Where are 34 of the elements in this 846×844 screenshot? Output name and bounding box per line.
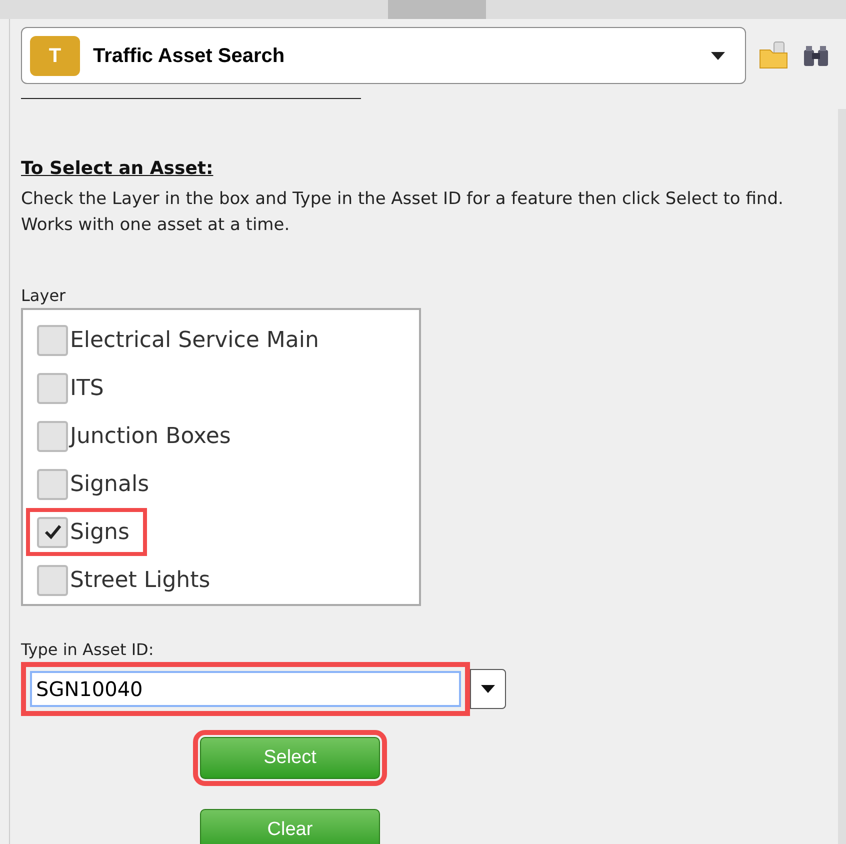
caret-icon (711, 52, 725, 60)
layer-item[interactable]: Signs (26, 508, 148, 556)
checkbox[interactable] (37, 516, 68, 548)
asset-id-field[interactable]: SGN10040 (21, 662, 470, 716)
horizontal-scrollbar[interactable] (0, 0, 846, 19)
tool-badge: T (30, 36, 80, 76)
layer-item[interactable]: Electrical Service Main (26, 316, 337, 364)
layer-item[interactable]: Signals (26, 460, 168, 508)
section-heading: To Select an Asset: (21, 157, 214, 181)
check-icon (44, 524, 62, 540)
layer-label: Layer (21, 285, 67, 307)
asset-id-label: Type in Asset ID: (21, 639, 155, 661)
layer-item[interactable]: ITS (26, 364, 122, 412)
layer-item[interactable]: Street Lights (26, 556, 228, 604)
layer-name: Electrical Service Main (70, 326, 319, 354)
checkbox[interactable] (37, 468, 68, 500)
layer-name: ITS (70, 374, 104, 402)
layer-item[interactable]: Junction Boxes (26, 412, 249, 460)
folder-icon[interactable] (758, 40, 790, 72)
checkbox[interactable] (37, 564, 68, 596)
tool-title: Traffic Asset Search (93, 44, 286, 68)
layer-name: Signs (70, 518, 130, 546)
scrollbar-thumb[interactable] (388, 0, 486, 19)
checkbox[interactable] (37, 324, 68, 356)
instructions-text: Check the Layer in the box and Type in the Asset ID for a feature then click Select to find. Works with one asset at a time. (21, 188, 784, 237)
checkbox[interactable] (37, 420, 68, 452)
caret-icon (481, 685, 495, 693)
binoculars-icon[interactable] (802, 44, 830, 68)
tool-dropdown[interactable]: T Traffic Asset Search (21, 27, 746, 84)
layer-name: Junction Boxes (70, 422, 231, 450)
layer-name: Street Lights (70, 566, 210, 594)
checkbox[interactable] (37, 372, 68, 404)
dropdown-button[interactable] (470, 669, 506, 709)
layer-name: Signals (70, 470, 150, 498)
